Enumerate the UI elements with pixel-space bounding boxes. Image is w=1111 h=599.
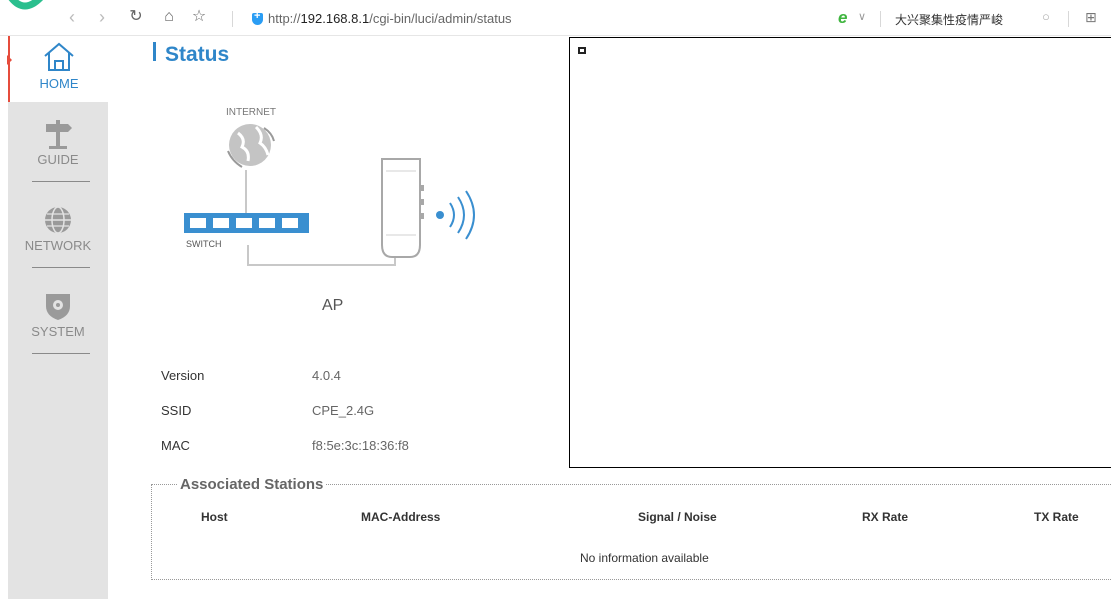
- internet-label: INTERNET: [226, 107, 276, 118]
- favorite-star-icon[interactable]: ☆: [189, 7, 209, 27]
- globe-icon: [45, 206, 71, 234]
- home-icon: [44, 42, 74, 71]
- url-prefix: http://: [268, 11, 301, 26]
- sidebar-item-home[interactable]: HOME: [8, 36, 108, 102]
- sidebar-divider: [32, 181, 90, 182]
- internet-globe-icon: [227, 124, 275, 168]
- browser-toolbar: ‹ › ↻ ⌂ ☆ http://192.168.8.1/cgi-bin/luc…: [0, 0, 1111, 36]
- sidebar-item-network[interactable]: NETWORK: [8, 202, 108, 268]
- back-icon[interactable]: ‹: [62, 7, 82, 27]
- toolbar-divider: [232, 11, 233, 27]
- topology-svg: INTERNET SWITCH AP: [184, 107, 475, 314]
- mac-value: f8:5e:3c:18:36:f8: [312, 438, 409, 453]
- signpost-icon: [46, 120, 72, 149]
- shield-gear-icon: [46, 294, 70, 320]
- sidebar-item-label: NETWORK: [24, 238, 92, 253]
- home-browser-icon[interactable]: ⌂: [159, 7, 179, 27]
- column-header-host: Host: [201, 510, 228, 524]
- mac-label: MAC: [161, 438, 190, 453]
- switch-ap-line: [247, 245, 396, 266]
- ap-device-icon: [381, 158, 424, 258]
- sidebar-divider: [32, 353, 90, 354]
- sidebar-item-system[interactable]: SYSTEM: [8, 288, 108, 354]
- switch-label: SWITCH: [186, 239, 222, 249]
- version-value: 4.0.4: [312, 368, 341, 383]
- sidebar-item-label: GUIDE: [37, 152, 79, 167]
- chevron-down-icon[interactable]: ∨: [858, 10, 866, 23]
- column-header-tx-rate: TX Rate: [1034, 510, 1079, 524]
- empty-table-message: No information available: [580, 551, 709, 565]
- topology-diagram: INTERNET SWITCH AP: [150, 95, 530, 325]
- ssid-value: CPE_2.4G: [312, 403, 375, 418]
- address-bar[interactable]: http://192.168.8.1/cgi-bin/luci/admin/st…: [268, 11, 512, 26]
- embedded-frame[interactable]: [569, 37, 1111, 468]
- associated-stations-legend: Associated Stations: [177, 476, 327, 493]
- ap-label: AP: [322, 297, 343, 314]
- toolbar-divider: [1068, 11, 1069, 27]
- ssid-label: SSID: [161, 403, 192, 418]
- url-path: /cgi-bin/luci/admin/status: [369, 11, 512, 26]
- page-title: Status: [165, 43, 230, 66]
- sidebar-item-label: HOME: [39, 76, 79, 91]
- secure-shield-icon: [252, 10, 263, 25]
- active-item-marker: [7, 55, 12, 65]
- sidebar-item-guide[interactable]: GUIDE: [8, 116, 108, 182]
- refresh-icon[interactable]: ↻: [126, 7, 146, 27]
- column-header-mac-address: MAC-Address: [361, 510, 441, 524]
- forward-icon[interactable]: ›: [92, 7, 112, 27]
- frame-placeholder-icon: [578, 47, 586, 54]
- version-label: Version: [161, 368, 205, 383]
- toolbar-divider: [880, 11, 881, 27]
- search-icon[interactable]: ○: [1042, 9, 1050, 24]
- news-ticker[interactable]: 大兴聚集性疫情严峻: [895, 11, 1003, 28]
- wifi-signal-icon: [436, 190, 475, 240]
- column-header-rx-rate: RX Rate: [862, 510, 909, 524]
- switch-icon: [184, 213, 309, 233]
- associated-stations-panel: [151, 484, 1111, 580]
- apps-grid-icon[interactable]: ⊞: [1085, 9, 1097, 26]
- sidebar-item-label: SYSTEM: [31, 324, 85, 339]
- title-accent-bar: [153, 42, 156, 61]
- engine-e-icon[interactable]: e: [838, 8, 847, 28]
- column-header-signal-noise: Signal / Noise: [638, 510, 717, 524]
- browser-logo-icon: [8, 0, 43, 10]
- sidebar-divider: [32, 267, 90, 268]
- sidebar: HOME GUIDE NETWORK SYSTEM: [8, 36, 108, 599]
- url-host: 192.168.8.1: [300, 11, 370, 26]
